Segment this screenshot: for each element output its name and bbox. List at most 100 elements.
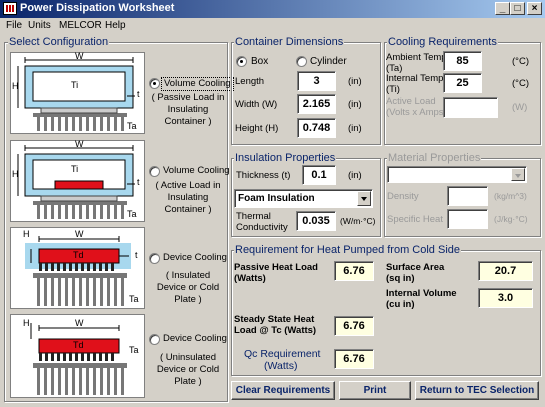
passive-heat-sub: (Watts) bbox=[234, 273, 266, 284]
insulation-properties-title: Insulation Properties bbox=[234, 152, 337, 164]
insulation-material-select[interactable]: Foam Insulation bbox=[234, 189, 373, 208]
title-bar: Power Dissipation Worksheet _ □ × bbox=[0, 0, 545, 18]
menu-units[interactable]: Units bbox=[28, 20, 51, 31]
diagram-w-label: W bbox=[75, 51, 84, 61]
passive-heat-value: 6.76 bbox=[334, 261, 374, 281]
conductivity-label-2: Conductivity bbox=[236, 222, 288, 233]
width-label: Width (W) bbox=[235, 99, 278, 110]
width-input[interactable]: 2.165 bbox=[297, 94, 336, 114]
conductivity-label: Thermal bbox=[236, 211, 271, 222]
material-select[interactable] bbox=[387, 166, 527, 183]
ambient-temp-label: Ambient Temp bbox=[386, 52, 447, 63]
menu-bar: File Units MELCOR Help bbox=[0, 18, 545, 34]
conductivity-input[interactable]: 0.035 bbox=[296, 211, 336, 231]
length-input[interactable]: 3 bbox=[297, 71, 336, 91]
diagram-h-label: H bbox=[12, 81, 19, 91]
ambient-temp-input[interactable]: 85 bbox=[443, 51, 482, 71]
surface-area-label: Surface Area bbox=[386, 262, 445, 273]
conductivity-unit: (W/m·°C) bbox=[340, 216, 376, 226]
config-label-3[interactable]: Device Cooling bbox=[161, 252, 229, 264]
internal-temp-label: Internal Temp bbox=[386, 73, 444, 84]
surface-area-sub: (sq in) bbox=[386, 273, 415, 284]
select-configuration-title: Select Configuration bbox=[8, 36, 110, 48]
app-icon bbox=[3, 2, 17, 15]
config-desc-2-line-1: ( Active Load in bbox=[155, 180, 221, 191]
diagram-ta-label: Ta bbox=[129, 294, 139, 304]
config-desc-3-line-1: ( Insulated bbox=[165, 270, 211, 281]
shape-box-radio[interactable] bbox=[236, 56, 247, 67]
active-load-sub: (Volts x Amps) bbox=[386, 107, 447, 118]
width-unit: (in) bbox=[348, 99, 362, 110]
config-desc-2-line-3: Container ) bbox=[164, 204, 212, 215]
density-input[interactable] bbox=[447, 186, 488, 206]
maximize-icon[interactable]: □ bbox=[510, 2, 525, 15]
internal-volume-label: Internal Volume bbox=[386, 288, 457, 299]
internal-volume-value: 3.0 bbox=[478, 288, 533, 308]
diagram-ti-label: Ti bbox=[71, 164, 79, 174]
clear-requirements-button[interactable]: Clear Requirements bbox=[231, 381, 335, 400]
specific-heat-unit: (J/kg·°C) bbox=[494, 214, 528, 224]
return-to-tec-selection-button[interactable]: Return to TEC Selection bbox=[415, 381, 539, 400]
chevron-down-icon[interactable] bbox=[511, 168, 525, 181]
config-desc-3-line-3: Plate ) bbox=[174, 294, 202, 305]
ambient-temp-unit: (°C) bbox=[512, 56, 529, 67]
config-label-4[interactable]: Device Cooling bbox=[161, 333, 229, 345]
qc-requirement-value: 6.76 bbox=[334, 349, 374, 369]
shape-cylinder-label[interactable]: Cylinder bbox=[310, 56, 347, 67]
diagram-h-label: H bbox=[23, 318, 30, 328]
internal-volume-sub: (cu in) bbox=[386, 299, 415, 310]
height-input[interactable]: 0.748 bbox=[297, 118, 336, 138]
menu-melcor[interactable]: MELCOR bbox=[59, 20, 102, 31]
shape-cylinder-radio[interactable] bbox=[296, 56, 307, 67]
height-label: Height (H) bbox=[235, 123, 279, 134]
minimize-icon[interactable]: _ bbox=[495, 2, 510, 15]
config-desc-4-line-2: Device or Cold bbox=[156, 364, 220, 375]
config-label-1[interactable]: Volume Cooling bbox=[161, 77, 234, 91]
print-button[interactable]: Print bbox=[339, 381, 411, 400]
active-load-unit: (W) bbox=[512, 102, 528, 113]
config-desc-3-line-2: Device or Cold bbox=[156, 282, 220, 293]
menu-help[interactable]: Help bbox=[105, 20, 126, 31]
diagram-insulated-device: W H Td t Ta bbox=[10, 227, 145, 309]
insulation-material-value: Foam Insulation bbox=[238, 193, 315, 204]
internal-temp-unit: (°C) bbox=[512, 78, 529, 89]
config-radio-1[interactable] bbox=[149, 78, 160, 89]
thickness-unit: (in) bbox=[348, 170, 362, 181]
thickness-label: Thickness (t) bbox=[236, 170, 291, 181]
config-desc-4-line-1: ( Uninsulated bbox=[160, 352, 216, 363]
heat-requirement-title: Requirement for Heat Pumped from Cold Si… bbox=[234, 244, 461, 256]
config-label-2[interactable]: Volume Cooling bbox=[161, 165, 232, 177]
length-label: Length bbox=[235, 76, 265, 87]
height-unit: (in) bbox=[348, 123, 362, 134]
config-radio-4[interactable] bbox=[149, 334, 160, 345]
diagram-w-label: W bbox=[75, 318, 84, 328]
diagram-ti-label: Ti bbox=[71, 80, 79, 90]
qc-requirement-label: Qc Requirement bbox=[244, 348, 321, 360]
diagram-w-label: W bbox=[75, 139, 84, 149]
specific-heat-input[interactable] bbox=[447, 209, 488, 229]
diagram-active-container: W H Ti t Ta bbox=[10, 139, 145, 222]
close-icon[interactable]: × bbox=[527, 2, 542, 15]
diagram-t-label: t bbox=[135, 250, 138, 260]
diagram-ta-label: Ta bbox=[127, 209, 137, 219]
window-title: Power Dissipation Worksheet bbox=[20, 2, 175, 14]
config-desc-1-line-2: Insulating bbox=[167, 104, 209, 115]
chevron-down-icon[interactable] bbox=[357, 191, 371, 206]
steady-state-sub: Load @ Tc (Watts) bbox=[234, 325, 317, 336]
diagram-td-label: Td bbox=[73, 340, 84, 350]
config-radio-3[interactable] bbox=[149, 253, 160, 264]
menu-file[interactable]: File bbox=[6, 20, 22, 31]
density-unit: (kg/m^3) bbox=[494, 191, 527, 201]
active-load-input[interactable] bbox=[443, 97, 498, 118]
diagram-ta-label: Ta bbox=[127, 121, 137, 131]
specific-heat-label: Specific Heat bbox=[387, 214, 443, 225]
config-desc-2-line-2: Insulating bbox=[167, 192, 209, 203]
config-desc-1-line-3: Container ) bbox=[164, 116, 212, 127]
internal-temp-sub: (Ti) bbox=[386, 84, 400, 95]
thickness-input[interactable]: 0.1 bbox=[302, 165, 336, 185]
material-properties-title: Material Properties bbox=[387, 152, 482, 164]
internal-temp-input[interactable]: 25 bbox=[443, 73, 482, 93]
config-radio-2[interactable] bbox=[149, 166, 160, 177]
shape-box-label[interactable]: Box bbox=[251, 56, 268, 67]
steady-state-value: 6.76 bbox=[334, 316, 374, 336]
